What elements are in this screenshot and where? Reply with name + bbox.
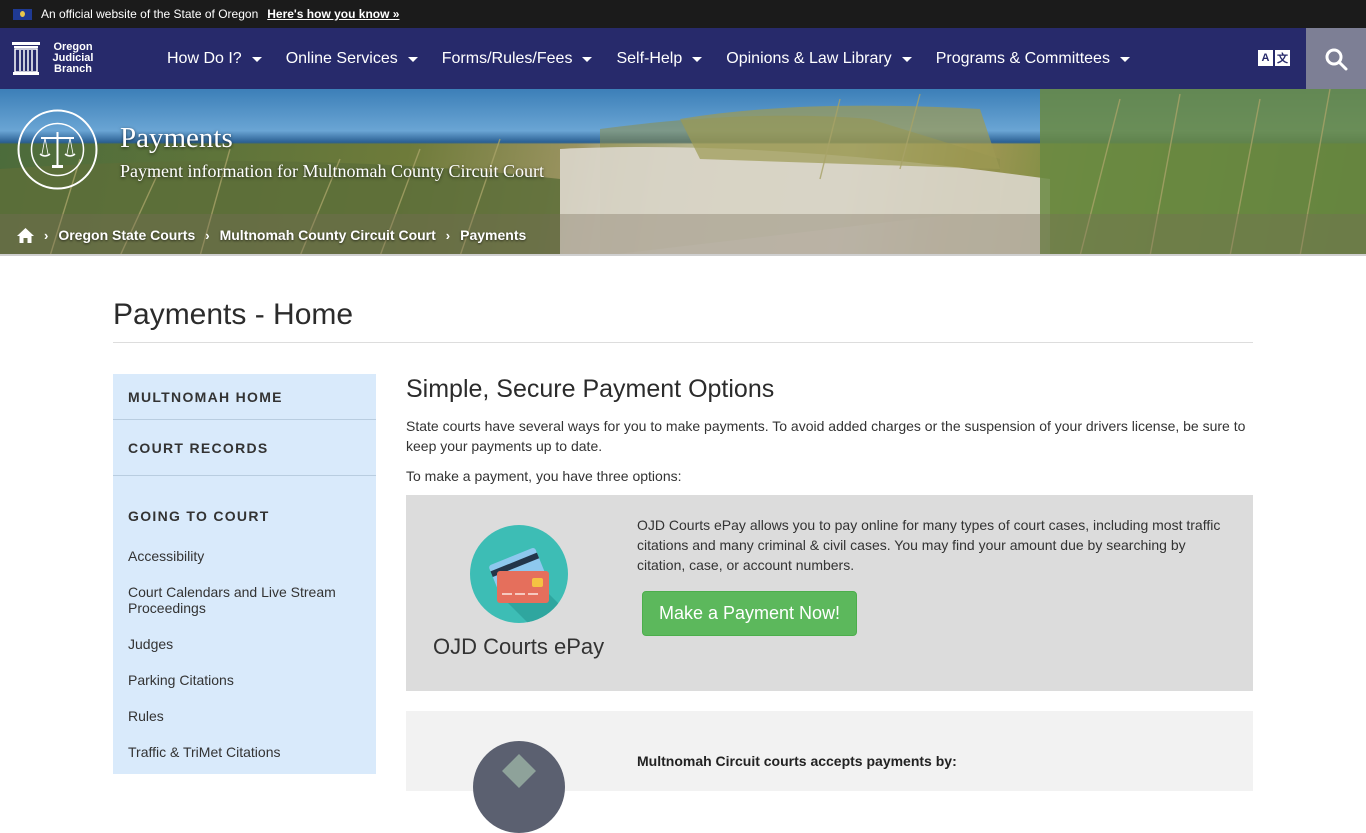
hero-divider — [0, 254, 1366, 256]
nav-item-how-do-i[interactable]: How Do I? — [167, 50, 262, 68]
section-heading: Simple, Secure Payment Options — [406, 375, 775, 403]
hero-subtitle: Payment information for Multnomah County… — [120, 161, 544, 181]
chevron-right-icon: › — [445, 227, 451, 243]
nav-item-self-help[interactable]: Self-Help — [616, 49, 703, 68]
caret-down-icon — [582, 57, 593, 62]
official-site-text: An official website of the State of Oreg… — [41, 7, 259, 21]
caret-down-icon — [901, 57, 912, 62]
nav-menu: How Do I? Online Services Forms/Rules/Fe… — [167, 28, 1154, 89]
main-nav: Oregon Judicial Branch How Do I? Online … — [0, 28, 1366, 89]
hero-banner: Payments Payment information for Multnom… — [0, 89, 1366, 256]
nav-item-label: Online Services — [285, 49, 398, 67]
chevron-right-icon: › — [44, 227, 49, 243]
main-content: Simple, Secure Payment Options State cou… — [406, 374, 1253, 833]
sidebar-item-rules[interactable]: Rules — [113, 708, 376, 724]
nav-item-label: How Do I? — [167, 49, 242, 67]
how-you-know-link[interactable]: Here's how you know » — [267, 7, 399, 21]
nav-item-forms-rules-fees[interactable]: Forms/Rules/Fees — [442, 50, 593, 68]
caret-down-icon — [407, 57, 418, 62]
sidebar-item-traffic-trimet[interactable]: Traffic & TriMet Citations — [113, 744, 376, 760]
options-paragraph: To make a payment, you have three option… — [406, 468, 682, 484]
epay-card: OJD Courts ePay OJD Courts ePay allows y… — [406, 495, 1253, 691]
breadcrumb-multnomah-circuit-court[interactable]: Multnomah County Circuit Court — [220, 227, 436, 243]
breadcrumb-oregon-state-courts[interactable]: Oregon State Courts — [58, 227, 195, 243]
nav-item-programs-committees[interactable]: Programs & Committees — [936, 50, 1130, 68]
sidebar-item-judges[interactable]: Judges — [113, 636, 376, 652]
search-button[interactable] — [1306, 28, 1366, 89]
sidebar-item-going-to-court[interactable]: GOING TO COURT — [113, 476, 376, 532]
ojd-logo[interactable]: Oregon Judicial Branch — [0, 42, 167, 75]
caret-down-icon — [1119, 57, 1130, 62]
nav-item-label: Opinions & Law Library — [726, 49, 892, 67]
caret-down-icon — [692, 57, 703, 62]
caret-down-icon — [251, 57, 262, 62]
official-site-banner: An official website of the State of Oreg… — [0, 0, 1366, 28]
payment-location-icon — [473, 741, 565, 833]
chevron-right-icon: › — [205, 227, 210, 243]
in-person-payment-card: Multnomah Circuit courts accepts payment… — [406, 711, 1253, 833]
judicial-department-seal — [17, 109, 98, 190]
credit-card-icon — [470, 525, 568, 623]
intro-paragraph: State courts have several ways for you t… — [406, 418, 1246, 454]
epay-description: OJD Courts ePay allows you to pay online… — [637, 517, 1221, 573]
page-title: Payments - Home — [113, 298, 1253, 343]
epay-label: OJD Courts ePay — [433, 634, 605, 659]
nav-item-label: Programs & Committees — [935, 49, 1110, 67]
home-icon[interactable] — [17, 227, 34, 243]
page-header: Payments - Home — [113, 298, 1253, 343]
sidebar-item-accessibility[interactable]: Accessibility — [113, 548, 376, 564]
pillar-icon — [12, 42, 40, 75]
sidebar-item-court-records[interactable]: COURT RECORDS — [113, 420, 376, 476]
translate-icon-latin: A — [1258, 50, 1273, 66]
oregon-flag-icon — [13, 8, 32, 20]
accepted-payments-heading: Multnomah Circuit courts accepts payment… — [637, 753, 957, 769]
sidebar-nav: MULTNOMAH HOME COURT RECORDS GOING TO CO… — [113, 374, 376, 774]
sidebar-item-court-calendars[interactable]: Court Calendars and Live Stream Proceedi… — [113, 584, 343, 616]
search-icon — [1325, 48, 1348, 70]
translate-icon-cjk: 文 — [1275, 50, 1290, 66]
hero-title: Payments — [120, 122, 233, 154]
sidebar-item-parking-citations[interactable]: Parking Citations — [113, 672, 376, 688]
brand-line: Branch — [54, 63, 92, 75]
translate-button[interactable]: A 文 — [1258, 50, 1290, 66]
breadcrumb: › Oregon State Courts › Multnomah County… — [0, 214, 1366, 256]
breadcrumb-current-payments: Payments — [460, 227, 527, 243]
nav-item-opinions-law-library[interactable]: Opinions & Law Library — [726, 49, 912, 68]
sidebar-item-multnomah-home[interactable]: MULTNOMAH HOME — [113, 374, 376, 420]
nav-item-online-services[interactable]: Online Services — [286, 50, 418, 68]
nav-item-label: Forms/Rules/Fees — [441, 49, 573, 67]
make-payment-button[interactable]: Make a Payment Now! — [642, 591, 857, 636]
nav-item-label: Self-Help — [616, 49, 683, 67]
